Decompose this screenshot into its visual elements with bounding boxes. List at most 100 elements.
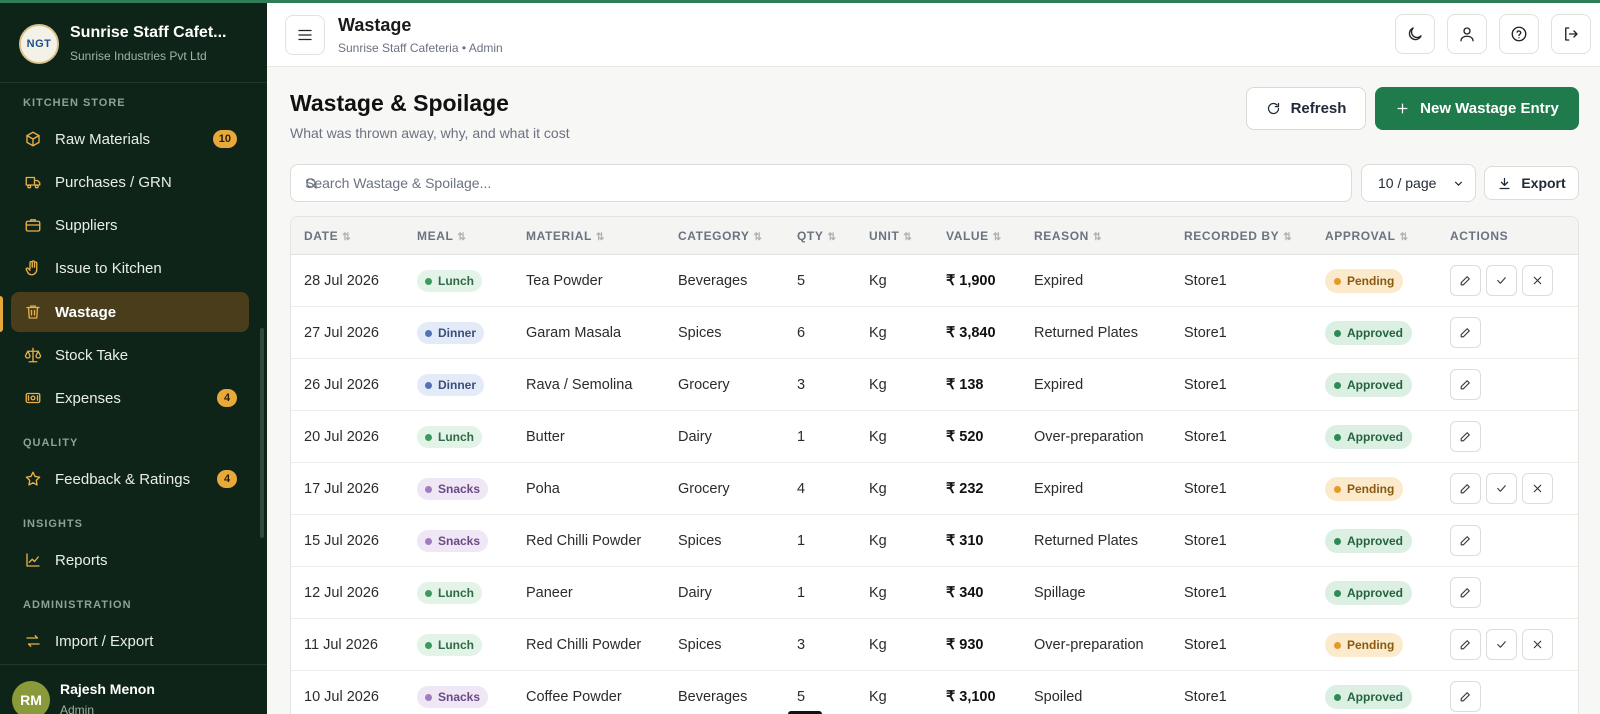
status-badge: Approved	[1325, 529, 1413, 553]
logout-button[interactable]	[1551, 14, 1591, 54]
profile-button[interactable]	[1447, 14, 1487, 54]
meal-badge: Snacks	[417, 530, 489, 552]
reject-button[interactable]	[1522, 473, 1553, 504]
edit-button[interactable]	[1450, 369, 1481, 400]
reject-button[interactable]	[1522, 629, 1553, 660]
page-size-value: 10 / page	[1378, 175, 1437, 191]
column-header-date[interactable]: DATE ⇅	[304, 217, 351, 255]
unit-cell: Kg	[869, 637, 887, 653]
column-header-meal[interactable]: MEAL ⇅	[417, 217, 466, 255]
dark-mode-button[interactable]	[1395, 14, 1435, 54]
sidebar-item-suppliers[interactable]: Suppliers	[11, 205, 249, 245]
brand-logo[interactable]: NGT	[19, 24, 59, 64]
wastage-table: DATE ⇅ MEAL ⇅ MATERIAL ⇅ CATEGORY ⇅ QTY ⇅ UNIT ⇅ VAL…	[290, 216, 1579, 714]
meal-label: Lunch	[438, 430, 474, 444]
approve-button[interactable]	[1486, 629, 1517, 660]
sidebar-item-feedback[interactable]: Feedback & Ratings 4	[11, 459, 249, 499]
sort-icon[interactable]: ⇅	[1283, 232, 1292, 243]
help-button[interactable]	[1499, 14, 1539, 54]
column-header-recorded-by[interactable]: RECORDED BY ⇅	[1184, 217, 1292, 255]
new-wastage-entry-button[interactable]: New Wastage Entry	[1375, 87, 1579, 130]
trash-icon	[23, 302, 43, 322]
status-dot	[1334, 329, 1341, 337]
meal-cell: Dinner	[417, 307, 485, 359]
qty-cell: 6	[797, 325, 806, 341]
sidebar-item-wastage[interactable]: Wastage	[11, 292, 249, 332]
sort-icon[interactable]: ⇅	[342, 232, 351, 243]
edit-button[interactable]	[1450, 421, 1481, 452]
top-header: Wastage Sunrise Staff Cafeteria • Admin	[267, 3, 1600, 67]
status-dot	[1334, 381, 1341, 389]
edit-button[interactable]	[1450, 577, 1481, 608]
search-input[interactable]	[291, 165, 1351, 201]
edit-button[interactable]	[1450, 265, 1481, 296]
reason-cell: Over-preparation	[1034, 637, 1144, 653]
edit-button[interactable]	[1450, 525, 1481, 556]
sidebar-item-label: Feedback & Ratings	[55, 470, 191, 488]
sidebar-item-import-export[interactable]: Import / Export	[11, 621, 249, 661]
column-header-reason[interactable]: REASON ⇅	[1034, 217, 1102, 255]
sort-icon[interactable]: ⇅	[1093, 232, 1102, 243]
export-button[interactable]: Export	[1484, 166, 1579, 200]
reason-cell: Expired	[1034, 377, 1084, 393]
search-box[interactable]	[290, 164, 1352, 202]
value-cell: ₹ 310	[946, 533, 984, 549]
column-header-label: VALUE	[946, 229, 989, 243]
sidebar-item-label: Stock Take	[55, 346, 129, 364]
sidebar-item-stock-take[interactable]: Stock Take	[11, 335, 249, 375]
status-dot	[425, 433, 432, 441]
chevron-down-icon	[1452, 177, 1465, 193]
column-header-material[interactable]: MATERIAL ⇅	[526, 217, 605, 255]
unit-cell: Kg	[869, 689, 887, 705]
sort-icon[interactable]: ⇅	[753, 232, 762, 243]
status-dot	[1334, 433, 1341, 441]
edit-icon	[1459, 274, 1472, 287]
sort-icon[interactable]: ⇅	[1400, 232, 1409, 243]
sidebar-item-issue-to-kitchen[interactable]: Issue to Kitchen	[11, 248, 249, 288]
column-header-qty[interactable]: QTY ⇅	[797, 217, 836, 255]
edit-button[interactable]	[1450, 629, 1481, 660]
header-title: Wastage	[338, 15, 412, 35]
column-header-category[interactable]: CATEGORY ⇅	[678, 217, 762, 255]
column-header-value[interactable]: VALUE ⇅	[946, 217, 1002, 255]
approval-cell: Pending	[1325, 463, 1404, 515]
meal-label: Lunch	[438, 274, 474, 288]
scale-icon	[23, 345, 43, 365]
status-dot	[425, 537, 432, 545]
sidebar-item-reports[interactable]: Reports	[11, 540, 249, 580]
column-header-approval[interactable]: APPROVAL ⇅	[1325, 217, 1409, 255]
qty-cell: 3	[797, 377, 806, 393]
sidebar-scrollbar[interactable]	[260, 328, 264, 538]
sort-icon[interactable]: ⇅	[596, 232, 605, 243]
value-cell: ₹ 138	[946, 377, 984, 393]
brand-name: Sunrise Staff Cafet...	[70, 24, 227, 41]
sort-icon[interactable]: ⇅	[993, 232, 1002, 243]
meal-cell: Snacks	[417, 515, 489, 567]
reject-button[interactable]	[1522, 265, 1553, 296]
sidebar-item-raw-materials[interactable]: Raw Materials 10	[11, 119, 249, 159]
refresh-button[interactable]: Refresh	[1246, 87, 1366, 130]
sidebar-item-purchases[interactable]: Purchases / GRN	[11, 162, 249, 202]
sort-icon[interactable]: ⇅	[903, 232, 912, 243]
sort-icon[interactable]: ⇅	[457, 232, 466, 243]
menu-toggle-button[interactable]	[285, 15, 325, 55]
recorded-by-cell: Store1	[1184, 325, 1227, 341]
user-profile[interactable]: RM Rajesh Menon Admin	[0, 664, 267, 714]
search-icon	[304, 176, 319, 191]
edit-button[interactable]	[1450, 473, 1481, 504]
unit-cell: Kg	[869, 429, 887, 445]
approve-button[interactable]	[1486, 473, 1517, 504]
column-header-label: REASON	[1034, 229, 1089, 243]
recorded-by-cell: Store1	[1184, 429, 1227, 445]
edit-button[interactable]	[1450, 317, 1481, 348]
sidebar-item-expenses[interactable]: Expenses 4	[11, 378, 249, 418]
page-size-select[interactable]: 10 / page	[1361, 164, 1476, 202]
page-title: Wastage & Spoilage	[290, 90, 509, 116]
edit-button[interactable]	[1450, 681, 1481, 712]
status-dot	[425, 277, 432, 285]
material-cell: Butter	[526, 429, 565, 445]
section-kitchen-store: KITCHEN STORE	[23, 97, 126, 109]
approve-button[interactable]	[1486, 265, 1517, 296]
column-header-unit[interactable]: UNIT ⇅	[869, 217, 912, 255]
sort-icon[interactable]: ⇅	[827, 232, 836, 243]
